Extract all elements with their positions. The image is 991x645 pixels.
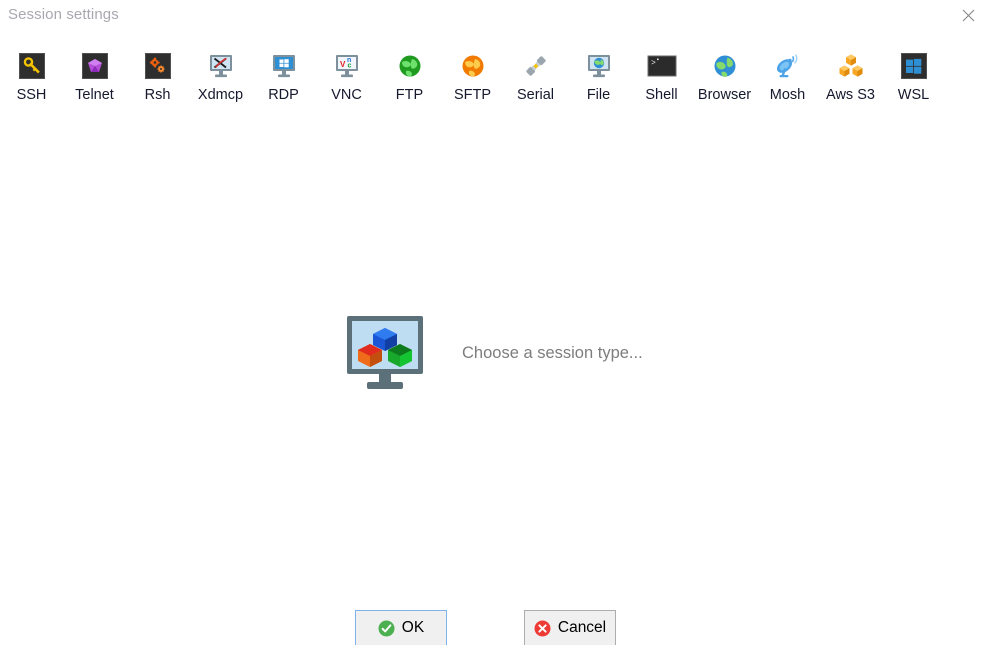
green-globe-icon: [394, 50, 426, 82]
monitor-cubes-icon: [345, 312, 427, 394]
dialog-footer: OK Cancel: [0, 610, 991, 645]
session-type-ssh[interactable]: SSH: [0, 50, 63, 104]
session-type-label: File: [586, 87, 611, 103]
red-x-icon: [534, 620, 551, 637]
session-type-label: VNC: [331, 87, 362, 103]
session-type-label: Browser: [697, 87, 752, 103]
satellite-dish-icon: [772, 50, 804, 82]
session-type-file[interactable]: File: [567, 50, 630, 104]
terminal-icon: >: [646, 50, 678, 82]
svg-text:V: V: [340, 60, 346, 69]
session-type-ftp[interactable]: FTP: [378, 50, 441, 104]
session-type-telnet[interactable]: Telnet: [63, 50, 126, 104]
session-type-label: Rsh: [144, 87, 171, 103]
ok-label: OK: [401, 619, 425, 636]
orange-globe-icon: [457, 50, 489, 82]
gears-icon: [142, 50, 174, 82]
session-type-label: WSL: [897, 87, 930, 103]
gem-icon: [79, 50, 111, 82]
windows-tile-icon: [898, 50, 930, 82]
session-type-toolbar: SSH Telnet Rsh Xdmcp RDP V n c VNC FTP S…: [0, 50, 991, 112]
session-type-label: RDP: [268, 87, 299, 103]
title-bar: Session settings: [0, 0, 991, 34]
session-type-rdp[interactable]: RDP: [252, 50, 315, 104]
session-type-browser[interactable]: Browser: [693, 50, 756, 104]
ok-button[interactable]: OK: [355, 610, 447, 645]
cancel-label: Cancel: [557, 619, 607, 636]
session-type-xdmcp[interactable]: Xdmcp: [189, 50, 252, 104]
session-type-shell[interactable]: > Shell: [630, 50, 693, 104]
session-type-label: Telnet: [75, 87, 114, 103]
session-type-label: Aws S3: [826, 87, 875, 103]
session-type-label: Xdmcp: [197, 87, 244, 103]
placeholder-text: Choose a session type...: [462, 343, 643, 362]
session-settings-dialog: Session settings SSH Telnet Rsh Xdmcp RD…: [0, 0, 991, 645]
session-type-vnc[interactable]: V n c VNC: [315, 50, 378, 104]
monitor-globe-icon: [583, 50, 615, 82]
monitor-windows-icon: [268, 50, 300, 82]
cancel-button[interactable]: Cancel: [524, 610, 616, 645]
session-type-label: Mosh: [769, 87, 806, 103]
session-type-mosh[interactable]: Mosh: [756, 50, 819, 104]
session-type-serial[interactable]: Serial: [504, 50, 567, 104]
session-type-label: Shell: [645, 87, 678, 103]
svg-text:>: >: [651, 59, 656, 68]
session-type-sftp[interactable]: SFTP: [441, 50, 504, 104]
svg-text:c: c: [347, 63, 351, 70]
blue-globe-icon: [709, 50, 741, 82]
page-title: Session settings: [8, 6, 119, 23]
session-type-label: SFTP: [453, 87, 492, 103]
aws-buckets-icon: [835, 50, 867, 82]
plug-connector-icon: [520, 50, 552, 82]
session-placeholder: Choose a session type...: [345, 312, 643, 394]
session-type-label: Serial: [516, 87, 555, 103]
session-type-wsl[interactable]: WSL: [882, 50, 945, 104]
close-icon: [962, 9, 975, 22]
session-type-label: FTP: [395, 87, 424, 103]
session-type-rsh[interactable]: Rsh: [126, 50, 189, 104]
monitor-x-icon: [205, 50, 237, 82]
session-type-label: SSH: [16, 87, 47, 103]
key-icon: [16, 50, 48, 82]
session-type-aws-s3[interactable]: Aws S3: [819, 50, 882, 104]
green-check-icon: [378, 620, 395, 637]
monitor-vnc-icon: V n c: [331, 50, 363, 82]
close-button[interactable]: [945, 0, 991, 30]
